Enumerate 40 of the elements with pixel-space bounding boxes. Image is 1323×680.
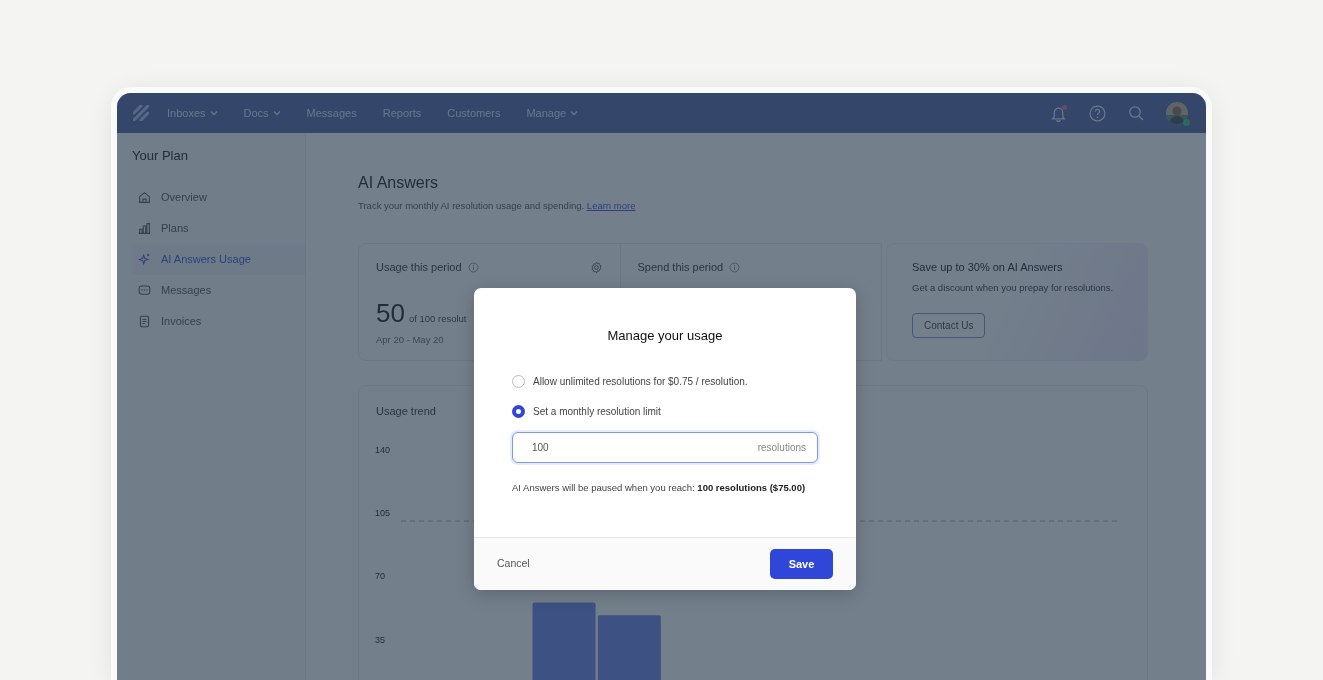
home-icon (138, 190, 151, 204)
sidebar-item[interactable]: Overview (132, 181, 305, 213)
radio-label: Set a monthly resolution limit (533, 404, 661, 419)
card-title: Usage this period (376, 260, 462, 276)
axis-tick-label: 35 (375, 635, 385, 646)
contact-us-button[interactable]: Contact Us (912, 313, 986, 339)
sidebar-item[interactable]: Invoices (132, 305, 305, 337)
settings-icon[interactable] (589, 261, 603, 275)
help-icon[interactable] (1089, 104, 1106, 122)
promo-text: Get a discount when you prepay for resolutions. (912, 280, 1115, 295)
chart-bar (597, 615, 661, 680)
card-title: Spend this period (637, 260, 724, 276)
radio-button[interactable] (512, 374, 525, 388)
chat-bubble-icon (138, 283, 151, 297)
radio-label: Allow unlimited resolutions for $0.75 / resolution. (533, 374, 748, 389)
info-icon (729, 262, 741, 274)
info-icon (467, 262, 479, 274)
sidebar-item[interactable]: Plans (132, 212, 305, 244)
usage-limit-text: of 100 resolut (408, 311, 467, 326)
logo-icon[interactable] (133, 105, 149, 121)
sidebar-item[interactable]: Messages (132, 274, 305, 306)
sparkle-icon (138, 252, 151, 266)
receipt-icon (138, 314, 151, 328)
page-title: AI Answers (358, 173, 440, 193)
cancel-button[interactable]: Cancel (497, 556, 530, 572)
sidebar-title: Your Plan (132, 147, 189, 165)
axis-tick-label: 105 (375, 508, 391, 519)
unit-label: resolutions (757, 440, 806, 454)
axis-tick-label: 140 (375, 445, 391, 456)
limit-note: AI Answers will be paused when you reach: 100 resolutions ($75.00) (512, 480, 807, 495)
save-button[interactable]: Save (770, 549, 833, 579)
search-icon[interactable] (1128, 105, 1144, 121)
axis-tick-label: 70 (375, 571, 385, 582)
promo-title: Save up to 30% on AI Answers (912, 260, 1064, 276)
learn-more-link[interactable]: Learn more (586, 200, 636, 212)
bar-chart-icon (138, 221, 151, 235)
usage-value: 50 (376, 296, 405, 330)
radio-button[interactable] (512, 404, 525, 418)
modal-title: Manage your usage (606, 327, 724, 345)
chart-title: Usage trend (376, 404, 436, 420)
